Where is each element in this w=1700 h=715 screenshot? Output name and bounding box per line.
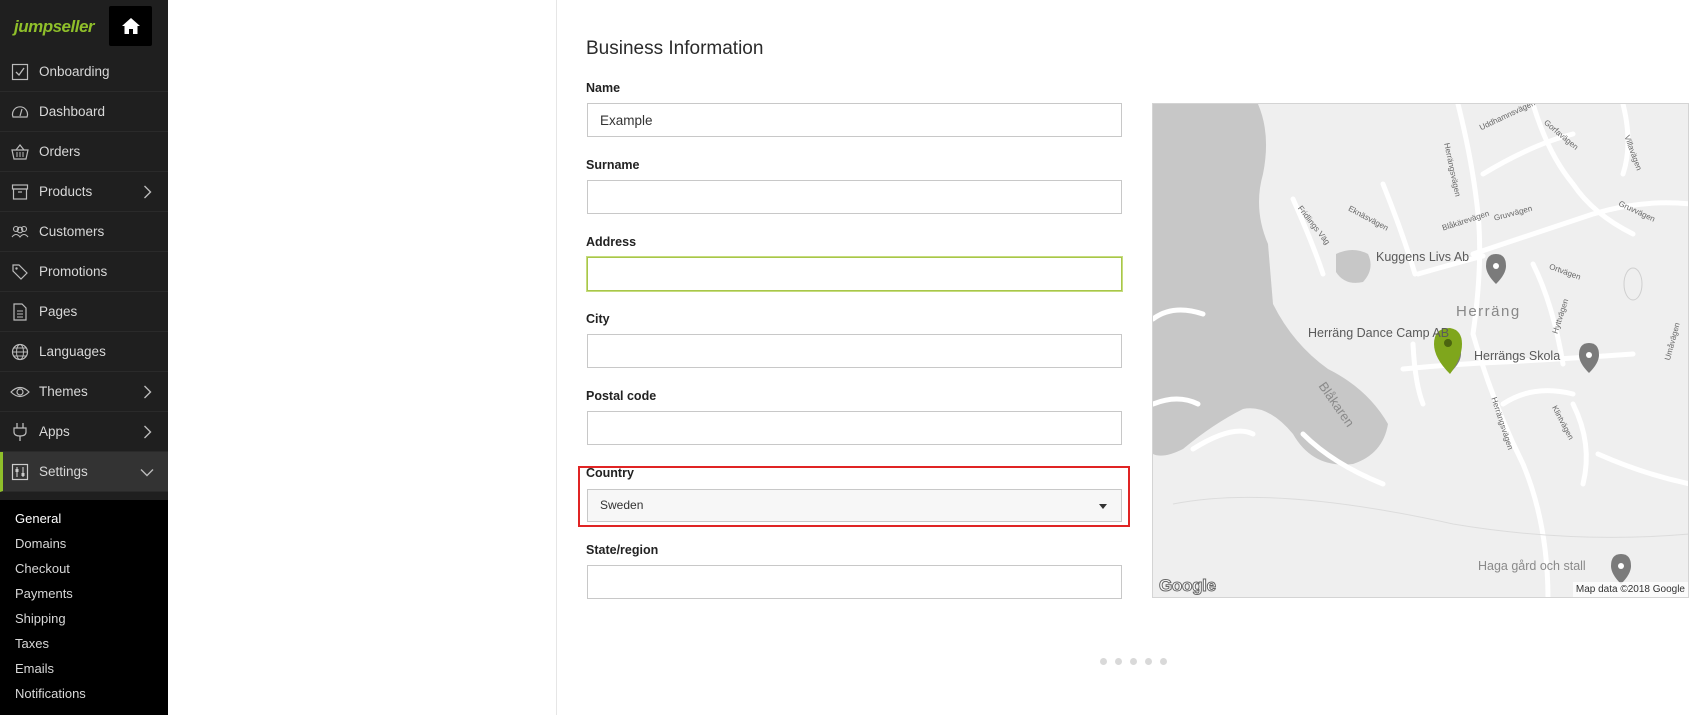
sidebar-item-label: Settings xyxy=(39,464,88,479)
box-icon xyxy=(10,182,30,202)
sidebar-item-label: Pages xyxy=(39,304,78,319)
globe-icon xyxy=(10,342,30,362)
google-logo[interactable]: Google xyxy=(1159,576,1217,596)
content-divider xyxy=(556,0,557,715)
home-button[interactable] xyxy=(109,6,152,46)
tags-icon xyxy=(10,262,30,282)
city-label: City xyxy=(586,312,610,326)
sidebar-item-label: Orders xyxy=(39,144,81,159)
chevron-down-icon xyxy=(140,469,154,477)
sidebar-item-themes[interactable]: Themes xyxy=(0,372,168,412)
pond-shape xyxy=(1336,250,1371,283)
pager-dot[interactable] xyxy=(1160,658,1167,665)
subnav-item-shipping[interactable]: Shipping xyxy=(0,606,168,631)
sidebar-item-customers[interactable]: Customers xyxy=(0,212,168,252)
sidebar-item-label: Onboarding xyxy=(39,64,110,79)
subnav-item-notifications[interactable]: Notifications xyxy=(0,681,168,706)
sidebar-item-label: Promotions xyxy=(39,264,108,279)
gauge-icon xyxy=(10,102,30,122)
subnav-item-checkout[interactable]: Checkout xyxy=(0,556,168,581)
sidebar-item-orders[interactable]: Orders xyxy=(0,132,168,172)
plug-icon xyxy=(10,422,30,442)
chevron-right-icon xyxy=(144,185,152,199)
jumpseller-logo[interactable]: jumpseller xyxy=(14,17,95,37)
caret-down-icon xyxy=(1099,504,1107,509)
subnav-item-domains[interactable]: Domains xyxy=(0,531,168,556)
map-place-haga: Haga gård och stall xyxy=(1478,559,1586,573)
map-place-skola: Herrängs Skola xyxy=(1474,349,1561,363)
country-select[interactable]: Sweden xyxy=(587,489,1122,522)
sidebar-item-products[interactable]: Products xyxy=(0,172,168,212)
eye-icon xyxy=(10,382,30,402)
sidebar-item-label: Products xyxy=(39,184,93,199)
main-nav: Onboarding Dashboard Orders Products Cus… xyxy=(0,52,168,492)
chevron-right-icon xyxy=(144,425,152,439)
country-label: Country xyxy=(586,466,634,480)
pager-dot[interactable] xyxy=(1145,658,1152,665)
page-title: Business Information xyxy=(586,38,764,59)
state-region-field[interactable] xyxy=(587,565,1122,599)
subnav-item-emails[interactable]: Emails xyxy=(0,656,168,681)
sidebar: jumpseller Onboarding Dashboard Orders P… xyxy=(0,0,168,715)
name-label: Name xyxy=(586,81,621,95)
subnav-item-payments[interactable]: Payments xyxy=(0,581,168,606)
sidebar-item-onboarding[interactable]: Onboarding xyxy=(0,52,168,92)
map-background xyxy=(1153,104,1688,597)
name-field[interactable] xyxy=(587,103,1122,137)
sidebar-item-label: Dashboard xyxy=(39,104,106,119)
surname-label: Surname xyxy=(586,158,640,172)
subnav-item-taxes[interactable]: Taxes xyxy=(0,631,168,656)
sidebar-item-languages[interactable]: Languages xyxy=(0,332,168,372)
map-place-herrang: Herräng xyxy=(1456,303,1521,320)
map-attribution[interactable]: Map data ©2018 Google xyxy=(1572,582,1688,597)
pager-dot[interactable] xyxy=(1100,658,1107,665)
city-field[interactable] xyxy=(587,334,1122,368)
state-region-label: State/region xyxy=(586,543,659,557)
sidebar-item-label: Languages xyxy=(39,344,106,359)
settings-icon xyxy=(10,462,30,482)
sidebar-item-settings[interactable]: Settings xyxy=(0,452,168,492)
logo-bar: jumpseller xyxy=(0,0,168,52)
location-map[interactable]: Kuggens Livs Ab Herräng Herräng Dance Ca… xyxy=(1152,103,1689,598)
checkbox-icon xyxy=(10,62,30,82)
sidebar-item-dashboard[interactable]: Dashboard xyxy=(0,92,168,132)
country-selected-value: Sweden xyxy=(600,498,644,512)
address-label: Address xyxy=(586,235,637,249)
sidebar-item-label: Apps xyxy=(39,424,70,439)
sidebar-item-promotions[interactable]: Promotions xyxy=(0,252,168,292)
document-icon xyxy=(10,302,30,322)
sidebar-item-label: Themes xyxy=(39,384,88,399)
sidebar-item-pages[interactable]: Pages xyxy=(0,292,168,332)
postal-code-label: Postal code xyxy=(586,389,657,403)
postal-code-field[interactable] xyxy=(587,411,1122,445)
sidebar-item-label: Customers xyxy=(39,224,105,239)
pager-dots xyxy=(1100,658,1167,665)
map-place-kuggens: Kuggens Livs Ab xyxy=(1376,250,1470,264)
people-icon xyxy=(10,222,30,242)
sidebar-item-apps[interactable]: Apps xyxy=(0,412,168,452)
subnav-item-general[interactable]: General xyxy=(0,506,168,531)
address-field[interactable] xyxy=(587,257,1122,291)
chevron-right-icon xyxy=(144,385,152,399)
home-icon xyxy=(121,18,140,34)
pager-dot[interactable] xyxy=(1115,658,1122,665)
basket-icon xyxy=(10,142,30,162)
pager-dot[interactable] xyxy=(1130,658,1137,665)
map-place-dance-camp: Herräng Dance Camp AB xyxy=(1308,326,1450,340)
surname-field[interactable] xyxy=(587,180,1122,214)
settings-subnav: General Domains Checkout Payments Shippi… xyxy=(0,500,168,715)
